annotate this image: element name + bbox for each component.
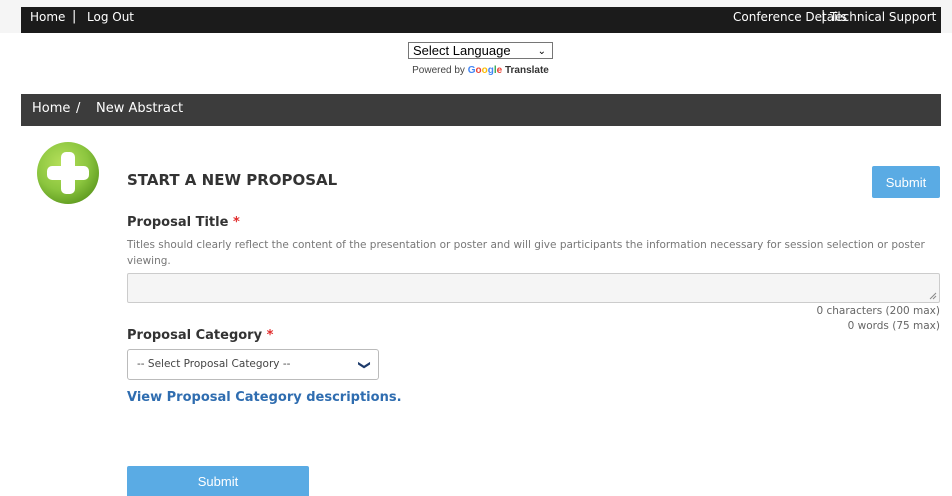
chevron-down-icon: ❯: [357, 359, 372, 371]
required-asterisk: *: [232, 215, 240, 230]
powered-by-text: Powered by: [412, 65, 465, 76]
character-counter: 0 characters (200 max): [816, 305, 940, 317]
language-select-value: Select Language: [413, 43, 511, 58]
top-navigation-bar: Home | Log Out Conference Details | Tech…: [0, 0, 952, 33]
breadcrumb-separator: /: [76, 101, 81, 116]
nav-separator: |: [72, 9, 77, 24]
required-asterisk: *: [266, 328, 274, 343]
top-navigation-inner: Home | Log Out Conference Details | Tech…: [21, 7, 941, 33]
powered-by-google-translate: Powered by Google Translate: [408, 65, 553, 76]
proposal-category-label-text: Proposal Category: [127, 328, 263, 343]
plus-icon: [37, 142, 99, 204]
breadcrumb-current: New Abstract: [96, 101, 184, 116]
google-logo: Google: [467, 65, 503, 76]
proposal-title-label-text: Proposal Title: [127, 215, 229, 230]
proposal-title-help: Titles should clearly reflect the conten…: [127, 239, 925, 267]
proposal-title-label: Proposal Title *: [127, 215, 240, 230]
page-title: START A NEW PROPOSAL: [127, 171, 338, 189]
proposal-category-label: Proposal Category *: [127, 328, 273, 343]
nav-technical-support-link[interactable]: Technical Support: [830, 10, 936, 24]
submit-button-bottom[interactable]: Submit: [127, 466, 309, 496]
nav-home-link[interactable]: Home: [30, 10, 65, 24]
nav-logout-link[interactable]: Log Out: [87, 10, 134, 24]
resize-grip-icon[interactable]: [929, 292, 937, 300]
nav-separator-right: |: [821, 9, 826, 24]
proposal-category-select[interactable]: -- Select Proposal Category -- ❯: [127, 349, 379, 380]
submit-button-top[interactable]: Submit: [872, 166, 940, 198]
view-category-descriptions-link[interactable]: View Proposal Category descriptions.: [127, 390, 402, 405]
word-counter: 0 words (75 max): [847, 320, 940, 332]
proposal-category-selected: -- Select Proposal Category --: [137, 358, 291, 370]
language-select[interactable]: Select Language ⌄: [408, 42, 553, 59]
proposal-title-input[interactable]: [127, 273, 940, 303]
translate-text[interactable]: Translate: [505, 65, 549, 76]
breadcrumb: Home / New Abstract: [21, 94, 941, 126]
breadcrumb-home-link[interactable]: Home: [32, 101, 70, 116]
chevron-down-icon: ⌄: [537, 46, 546, 57]
